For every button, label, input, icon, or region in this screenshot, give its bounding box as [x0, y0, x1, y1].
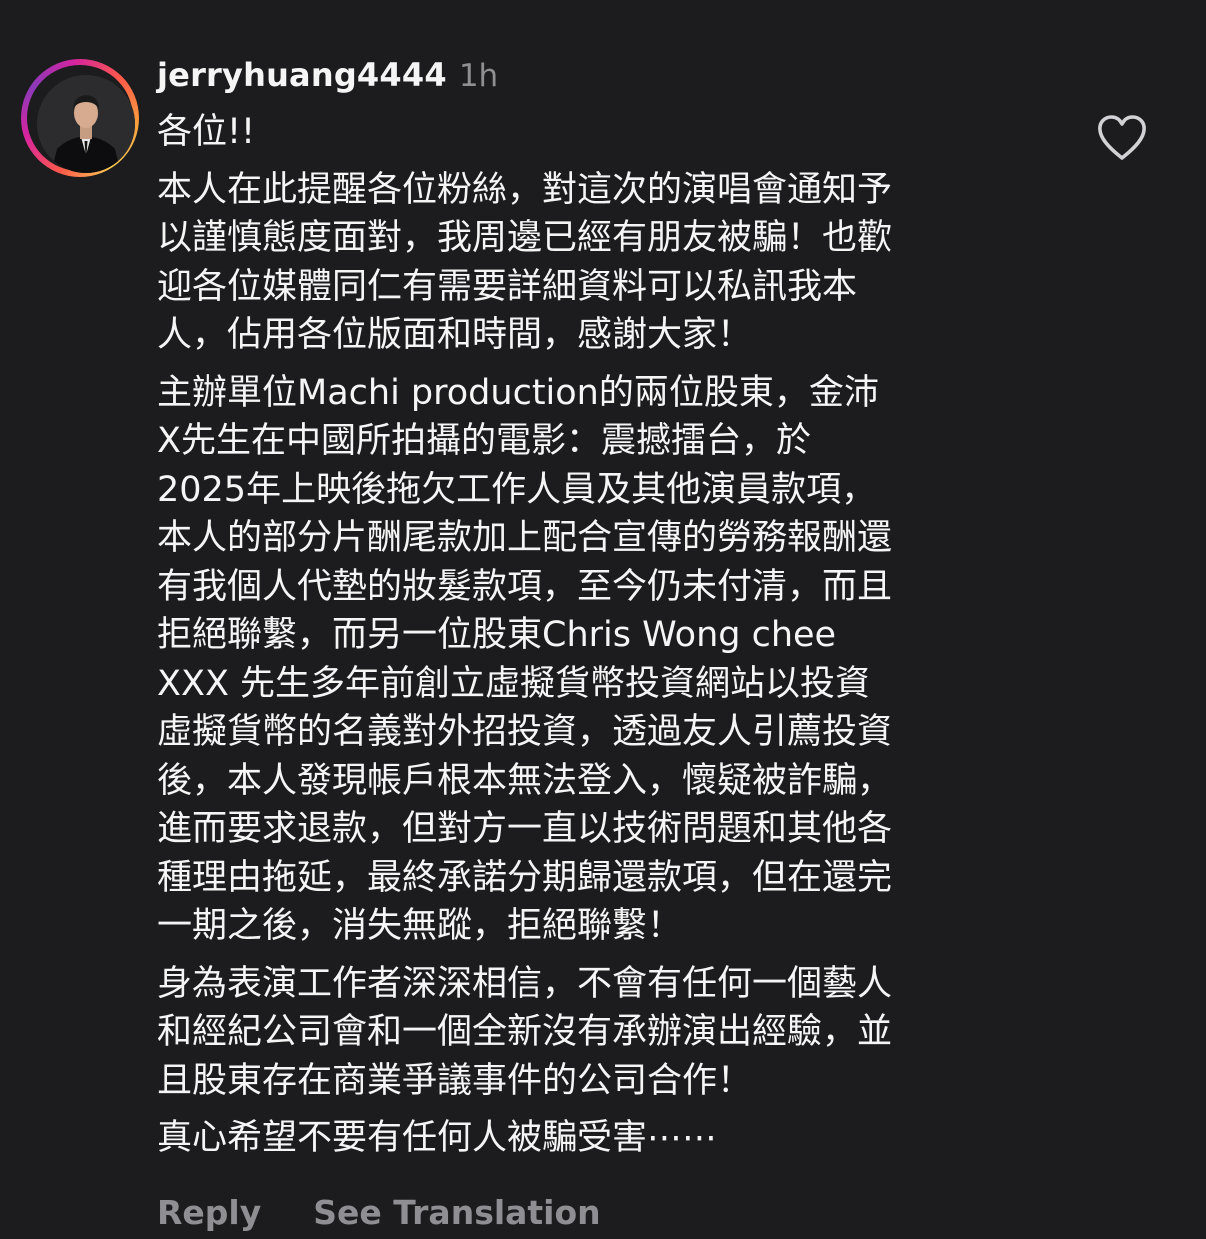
username-link[interactable]: jerryhuang4444: [157, 56, 447, 94]
comment-paragraph: 主辦單位Machi production的兩位股東，金沛 X先生在中國所拍攝的電影…: [157, 369, 1057, 951]
comment-line: 拒絕聯繫，而另一位股東Chris Wong chee: [157, 615, 837, 655]
comment-text: 各位!! 本人在此提醒各位粉絲，對這次的演唱會通知予 以謹慎態度面對，我周邊已經有朋…: [157, 108, 1057, 1172]
comment-line: 和經紀公司會和一個全新沒有承辦演出經驗，並: [157, 1012, 893, 1052]
comment-line: 主辦單位Machi production的兩位股東，金沛: [157, 372, 879, 413]
comment-line: 身為表演工作者深深相信，不會有任何一個藝人: [157, 963, 893, 1004]
reply-button[interactable]: Reply: [157, 1193, 261, 1232]
avatar[interactable]: [37, 75, 135, 173]
comment-line: 以謹慎態度面對，我周邊已經有朋友被騙！也歡: [157, 218, 893, 258]
comment-line: 且股東存在商業爭議事件的公司合作！: [157, 1060, 753, 1101]
profile-photo-icon: [37, 75, 135, 173]
comment-timestamp: 1h: [458, 58, 499, 94]
comment-line: XXX 先生多年前創立虛擬貨幣投資網站以投資: [157, 663, 871, 704]
comment-line: 各位!!: [157, 112, 256, 152]
comment-line: 有我個人代墊的妝髮款項，至今仍未付清，而且: [157, 566, 893, 607]
comment-header: jerryhuang4444 1h: [157, 56, 498, 100]
comment-line: 進而要求退款，但對方一直以技術問題和其他各: [157, 809, 893, 849]
comment: jerryhuang4444 1h 各位!! 本人在此提醒各位粉絲，對這次的演唱會…: [0, 0, 1206, 1239]
comment-paragraph: 真心希望不要有任何人被騙受害⋯⋯: [157, 1114, 1057, 1163]
comment-line: X先生在中國所拍攝的電影：震撼擂台，於: [157, 421, 811, 461]
comment-line: 2025年上映後拖欠工作人員及其他演員款項，: [157, 469, 877, 510]
comment-line: 後，本人發現帳戶根本無法登入，懷疑被詐騙，: [157, 760, 893, 801]
comment-line: 虛擬貨幣的名義對外招投資，透過友人引薦投資: [157, 712, 893, 752]
comment-line: 本人的部分片酬尾款加上配合宣傳的勞務報酬還: [157, 518, 893, 558]
comment-line: 人，佔用各位版面和時間，感謝大家！: [157, 315, 753, 355]
comment-line: 種理由拖延，最終承諾分期歸還款項，但在還完: [157, 857, 893, 898]
story-ring[interactable]: [21, 59, 139, 177]
comment-line: 本人在此提醒各位粉絲，對這次的演唱會通知予: [157, 169, 893, 210]
heart-outline-icon: [1098, 115, 1146, 160]
comment-paragraph: 本人在此提醒各位粉絲，對這次的演唱會通知予 以謹慎態度面對，我周邊已經有朋友被騙！…: [157, 166, 1057, 360]
comment-paragraph: 各位!!: [157, 108, 1057, 157]
comment-paragraph: 身為表演工作者深深相信，不會有任何一個藝人 和經紀公司會和一個全新沒有承辦演出經驗…: [157, 960, 1057, 1106]
comment-line: 一期之後，消失無蹤，拒絕聯繫！: [157, 906, 683, 946]
comment-actions: Reply See Translation: [157, 1188, 601, 1236]
like-button[interactable]: [1096, 114, 1148, 162]
see-translation-button[interactable]: See Translation: [313, 1193, 600, 1232]
comment-line: 迎各位媒體同仁有需要詳細資料可以私訊我本: [157, 266, 858, 307]
comment-line: 真心希望不要有任何人被騙受害⋯⋯: [157, 1118, 718, 1158]
